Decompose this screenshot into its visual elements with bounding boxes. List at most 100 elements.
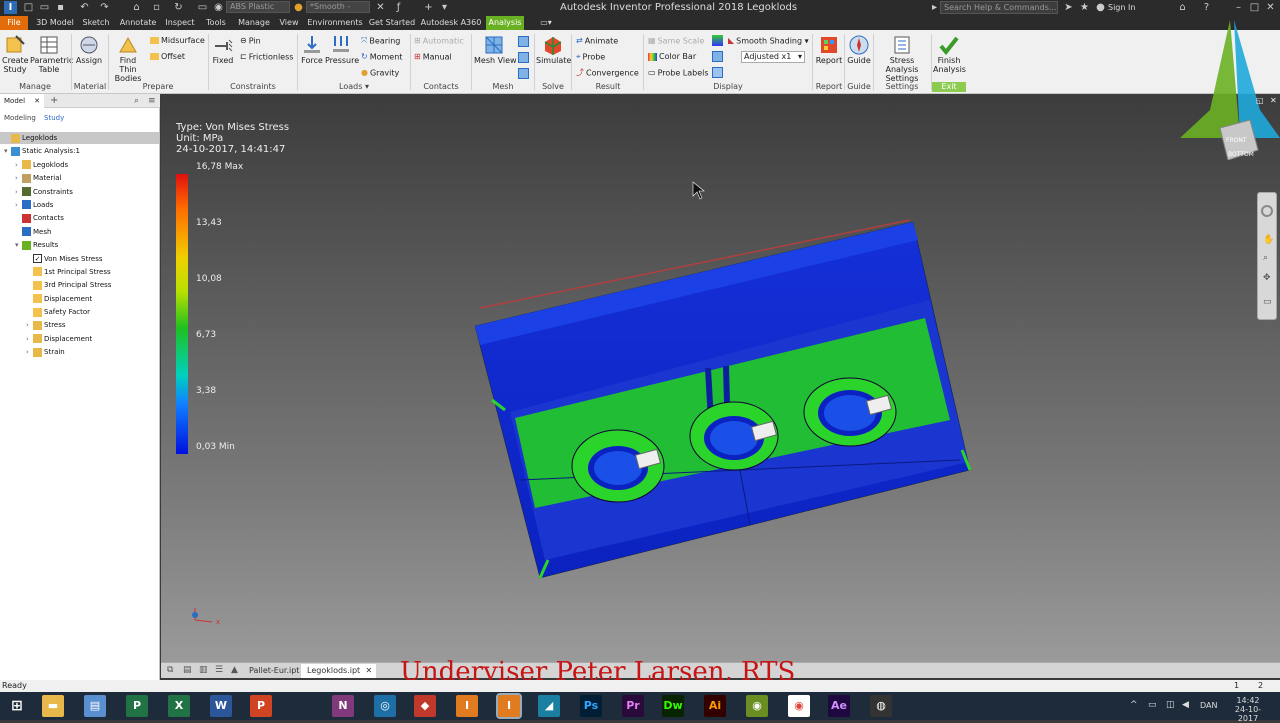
select-icon[interactable]: ▫ (150, 1, 163, 14)
add-tab-icon[interactable]: + (50, 94, 58, 108)
sign-in-link[interactable]: Sign In (1108, 3, 1135, 12)
viewcube-bottom[interactable]: BOTTOM (1228, 151, 1254, 158)
autodesk-app2-icon[interactable]: ◢ (538, 695, 560, 717)
clear-appearance-icon[interactable]: ✕ (374, 1, 387, 14)
orbit-icon[interactable]: ✥ (1263, 273, 1271, 283)
stress-analysis-settings-button[interactable]: Stress Analysis Settings (875, 34, 929, 83)
tree-expand-icon[interactable]: › (15, 159, 22, 171)
tree-expand-icon[interactable]: › (26, 319, 33, 331)
update-icon[interactable]: ↻ (172, 1, 185, 14)
tab-3d-model[interactable]: 3D Model (32, 16, 78, 30)
tab-get-started[interactable]: Get Started (368, 16, 416, 30)
tree-item[interactable]: Mesh (0, 226, 160, 239)
save-icon[interactable]: ▪ (54, 1, 67, 14)
force-button[interactable]: Force (300, 34, 324, 65)
create-study-button[interactable]: Create Study (2, 34, 29, 74)
illustrator-icon[interactable]: Ai (704, 695, 726, 717)
customize-icon[interactable]: ▾ (438, 1, 451, 14)
user-icon[interactable]: ● (1094, 1, 1107, 14)
finish-analysis-button[interactable]: Finish Analysis (933, 34, 966, 74)
close-icon[interactable]: ✕ (1264, 1, 1277, 14)
tab-model[interactable]: Model ✕ (0, 94, 44, 108)
displacement-scale-select[interactable]: Adjusted x1 ▾ (741, 51, 805, 63)
battery-icon[interactable]: ▭ (1148, 700, 1157, 710)
globe-icon[interactable]: ◉ (212, 1, 225, 14)
tab-modeling[interactable]: Modeling (4, 114, 36, 122)
color-bar-button[interactable]: Color Bar (648, 52, 696, 62)
doc-tab-pallet[interactable]: Pallet-Eur.ipt (243, 664, 305, 678)
network-icon[interactable]: ◫ (1166, 700, 1175, 710)
probe-labels-button[interactable]: ▭ Probe Labels (648, 68, 709, 79)
tab-environments[interactable]: Environments (306, 16, 364, 30)
tree-item[interactable]: › Constraints (0, 186, 160, 199)
app-icon[interactable]: ◉ (746, 695, 768, 717)
mesh-display-icon[interactable] (712, 51, 723, 62)
deformation-icon[interactable] (712, 67, 723, 78)
look-at-icon[interactable]: ▭ (1263, 297, 1272, 307)
tree-expand-icon[interactable]: ▾ (15, 239, 22, 251)
tree-expand-icon[interactable]: › (15, 186, 22, 198)
file-explorer-icon[interactable]: ▬ (42, 695, 64, 717)
material-select[interactable]: ABS Plastic (226, 1, 290, 13)
close-icon[interactable]: ✕ (1270, 96, 1277, 105)
tab-manage[interactable]: Manage (234, 16, 274, 30)
cart-icon[interactable]: ⌂ (1176, 1, 1189, 14)
tree-expand-icon[interactable]: › (15, 199, 22, 211)
doc-tab-legoklods[interactable]: Legoklods.ipt ✕ (301, 664, 377, 678)
photoshop-icon[interactable]: Ps (580, 695, 602, 717)
tray-chevron-icon[interactable]: ^ (1130, 700, 1138, 710)
guide-button[interactable]: Guide (846, 34, 872, 65)
undo-icon[interactable]: ↶ (78, 1, 91, 14)
app-menu-icon[interactable]: I (4, 1, 17, 14)
tab-study[interactable]: Study (44, 114, 64, 122)
tab-tools[interactable]: Tools (202, 16, 230, 30)
automatic-contacts-button[interactable]: ⊞ Automatic (414, 36, 464, 47)
dreamweaver-icon[interactable]: Dw (662, 695, 684, 717)
tree-item[interactable]: Contacts (0, 212, 160, 225)
home-icon[interactable]: ▲ (231, 665, 238, 675)
browser-icon[interactable]: ◎ (374, 695, 396, 717)
smooth-shading-select[interactable]: ◣ Smooth Shading ▾ (728, 36, 809, 47)
group-label-loads[interactable]: Loads ▾ (300, 82, 408, 92)
appearance-select[interactable]: *Smooth - (306, 1, 370, 13)
tree-expand-icon[interactable]: › (26, 346, 33, 358)
parameters-icon[interactable]: ƒ (392, 1, 405, 14)
clock[interactable]: 14:42 24-10-2017 (1228, 696, 1268, 723)
new-icon[interactable]: □ (22, 1, 35, 14)
chrome-icon[interactable]: ◉ (788, 695, 810, 717)
redo-icon[interactable]: ↷ (98, 1, 111, 14)
tree-expand-icon[interactable]: › (26, 333, 33, 345)
measure-icon[interactable]: ▭ (196, 1, 209, 14)
project-icon[interactable]: P (126, 695, 148, 717)
simulate-button[interactable]: Simulate (536, 34, 571, 65)
frictionless-button[interactable]: ⊏ Frictionless (240, 52, 293, 63)
tree-item[interactable]: Displacement (0, 293, 160, 306)
help-icon[interactable]: ? (1200, 1, 1213, 14)
search-input[interactable]: Search Help & Commands... (940, 1, 1058, 14)
tab-annotate[interactable]: Annotate (116, 16, 160, 30)
autodesk-app-icon[interactable]: ◆ (414, 695, 436, 717)
convergence-settings-icon[interactable] (518, 68, 529, 79)
view-cube[interactable]: FRONT BOTTOM (1180, 20, 1280, 160)
tab-view[interactable]: View (276, 16, 302, 30)
same-scale-button[interactable]: ▦ Same Scale (648, 36, 704, 47)
premiere-icon[interactable]: Pr (622, 695, 644, 717)
tree-item[interactable]: 1st Principal Stress (0, 266, 160, 279)
find-thin-bodies-button[interactable]: Find Thin Bodies (110, 34, 146, 83)
tree-item[interactable]: › Material (0, 172, 160, 185)
notepad-icon[interactable]: ▤ (84, 695, 106, 717)
parametric-table-button[interactable]: Parametric Table (30, 34, 73, 74)
tab-file[interactable]: File (0, 16, 28, 30)
tree-item[interactable]: › Legoklods (0, 159, 160, 172)
pressure-button[interactable]: Pressure (325, 34, 359, 65)
viewcube-front[interactable]: FRONT (1226, 137, 1247, 144)
add-icon[interactable]: + (422, 1, 435, 14)
mesh-view-button[interactable]: Mesh View (474, 34, 517, 65)
maximize-icon[interactable]: □ (1248, 1, 1261, 14)
tile-icon[interactable]: ⧉ (167, 665, 173, 675)
animate-button[interactable]: ⇄ Animate (576, 36, 618, 47)
report-button[interactable]: Report (815, 34, 843, 65)
assign-button[interactable]: Assign (74, 34, 104, 65)
ribbon-options-icon[interactable]: ▭▾ (536, 16, 556, 30)
manual-contacts-button[interactable]: ⊞ Manual (414, 52, 452, 63)
